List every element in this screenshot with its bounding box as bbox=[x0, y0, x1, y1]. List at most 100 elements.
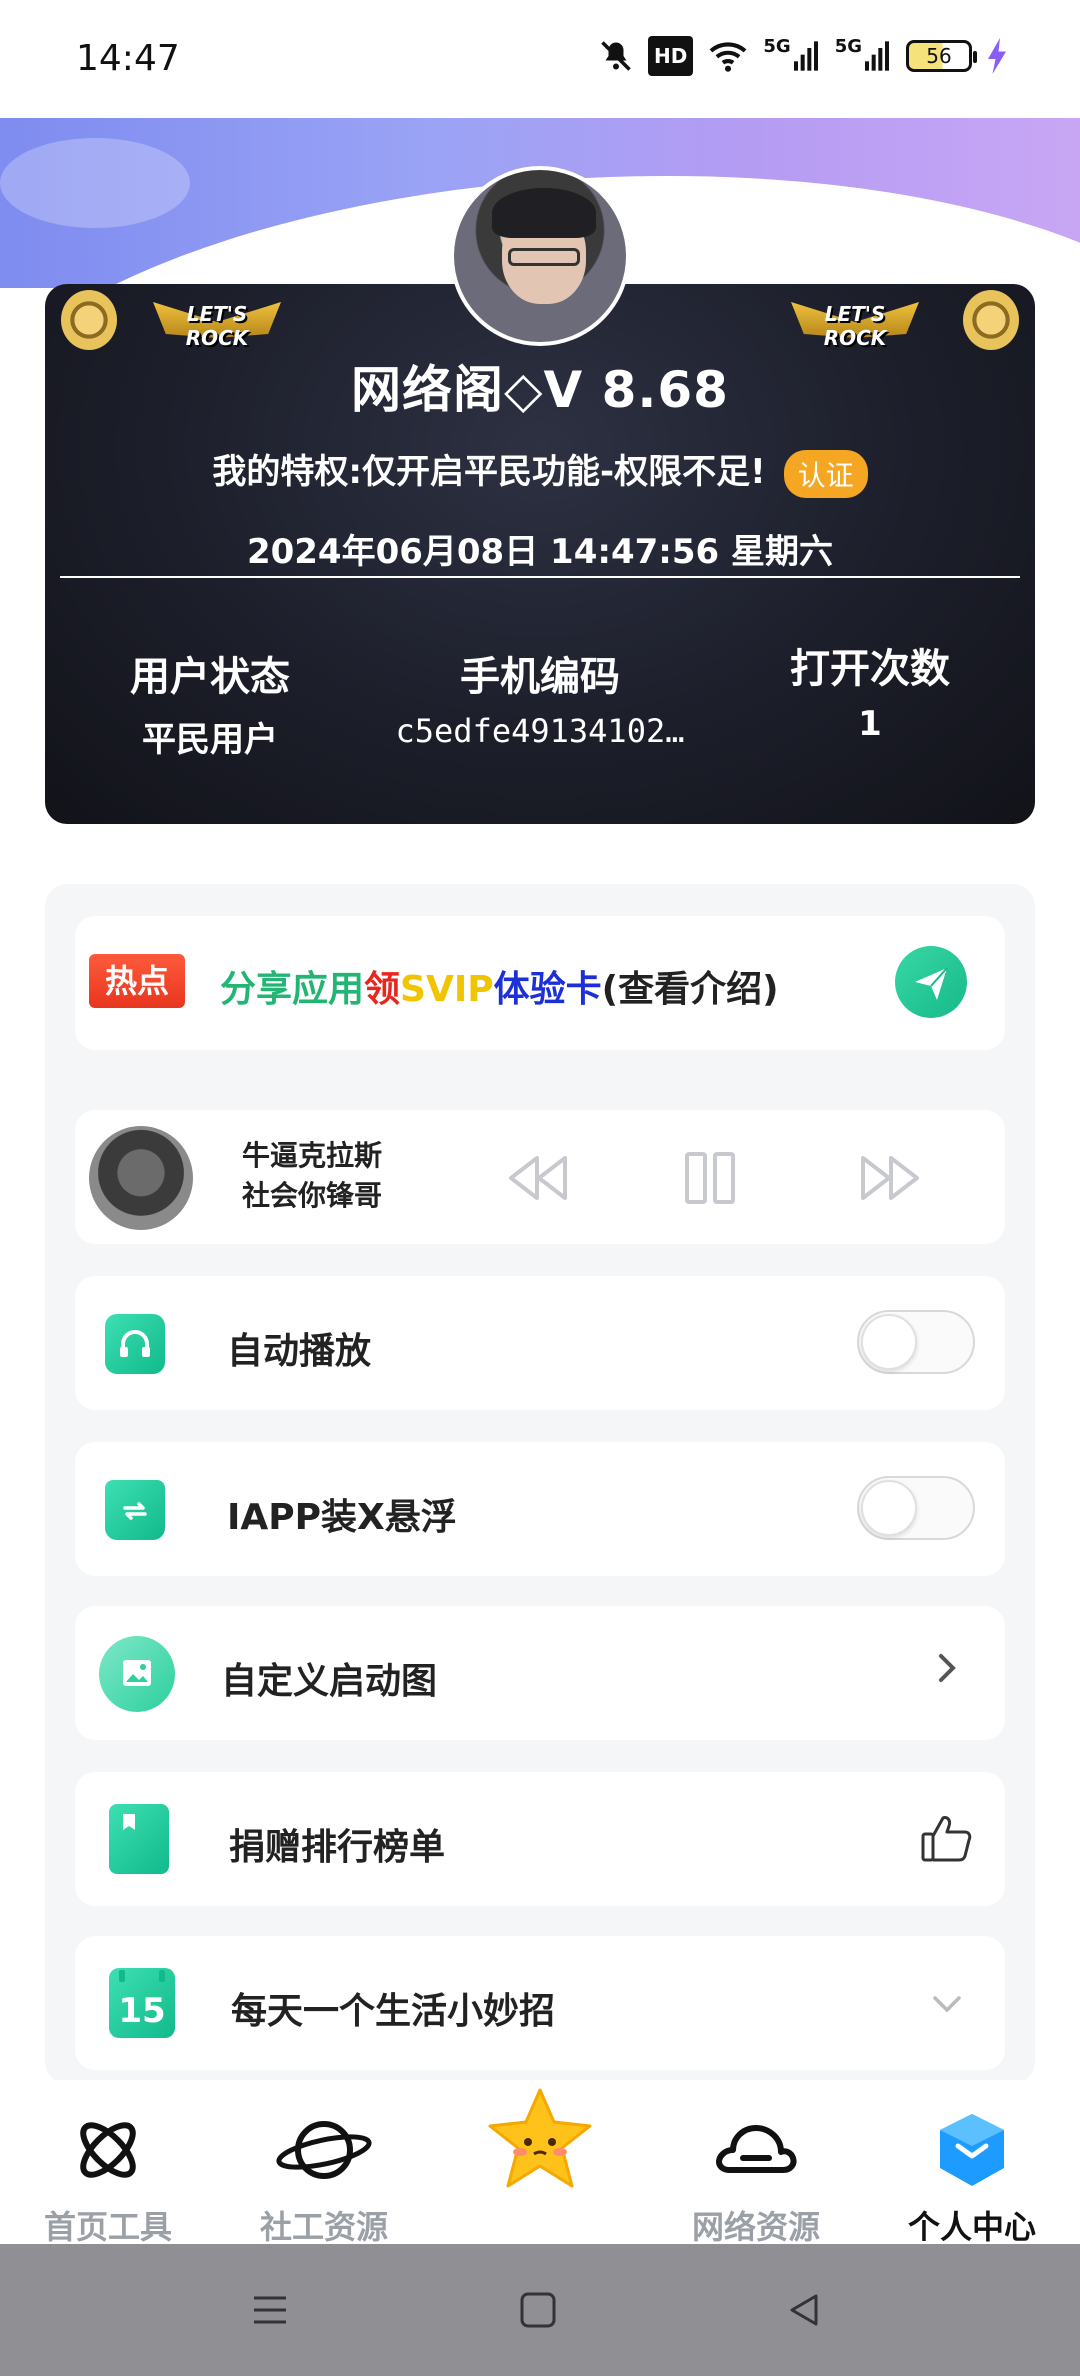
nav-label: 个人中心 bbox=[907, 2208, 1036, 2246]
signal-5g-icon: 5G bbox=[835, 36, 892, 76]
image-icon bbox=[99, 1636, 175, 1712]
fast-forward-icon bbox=[861, 1156, 919, 1200]
system-navigation-bar bbox=[0, 2244, 1080, 2376]
share-text-part: 体验卡 bbox=[493, 969, 602, 1010]
user-info-card: LET'S ROCK LET'S ROCK 网络阁◇V 8.68 我的特权:仅开… bbox=[45, 284, 1035, 824]
music-info: 牛逼克拉斯 社会你锋哥 bbox=[207, 1136, 417, 1216]
setting-row-iapp-float[interactable]: IAPP装X悬浮 bbox=[75, 1442, 1005, 1576]
pause-icon bbox=[685, 1152, 735, 1204]
home-button[interactable] bbox=[518, 2290, 558, 2330]
signal-5g-icon: 5G bbox=[763, 36, 820, 76]
privilege-text: 我的特权:仅开启平民功能-权限不足! bbox=[212, 452, 766, 492]
app-version-title: 网络阁◇V 8.68 bbox=[351, 361, 729, 419]
current-datetime: 2024年06月08日 14:47:56 星期六 bbox=[246, 532, 834, 572]
chevron-down-icon[interactable] bbox=[927, 1984, 967, 2030]
setting-label: 自动播放 bbox=[227, 1331, 372, 1372]
stat-value: 1 bbox=[858, 704, 882, 744]
pause-button[interactable] bbox=[681, 1146, 751, 1210]
iapp-float-toggle[interactable] bbox=[857, 1476, 975, 1540]
rewind-button[interactable] bbox=[503, 1146, 573, 1210]
hd-icon: HD bbox=[648, 36, 694, 76]
setting-label: 每天一个生活小妙招 bbox=[231, 1991, 556, 2032]
menu-button[interactable] bbox=[250, 2290, 290, 2330]
share-text-part: (查看介绍) bbox=[601, 969, 779, 1010]
music-artist: 社会你锋哥 bbox=[241, 1179, 382, 1212]
stat-label: 手机编码 bbox=[460, 654, 620, 700]
setting-row-custom-splash[interactable]: 自定义启动图 bbox=[75, 1606, 1005, 1740]
rock-text-right: LET'S ROCK bbox=[823, 302, 887, 350]
stat-open-count: 打开次数 1 bbox=[705, 636, 1035, 744]
nav-personal-center[interactable]: 个人中心 bbox=[872, 2110, 1072, 2248]
charging-bolt-icon bbox=[986, 36, 1008, 76]
verify-badge[interactable]: 认证 bbox=[783, 449, 868, 498]
medal-left-icon bbox=[61, 290, 117, 350]
chevron-right-icon bbox=[931, 1648, 961, 1698]
folder-swap-icon bbox=[105, 1480, 165, 1540]
atom-icon bbox=[80, 2122, 136, 2178]
bookmark-icon bbox=[109, 1804, 169, 1874]
card-divider bbox=[60, 576, 1020, 578]
stat-label: 打开次数 bbox=[790, 646, 950, 692]
bell-muted-icon bbox=[598, 36, 634, 76]
status-time: 14:47 bbox=[76, 38, 180, 79]
header-bubble bbox=[0, 138, 190, 228]
nav-label: 首页工具 bbox=[43, 2208, 172, 2246]
status-icons: HD 5G 5G 56 bbox=[598, 36, 1008, 76]
nav-home-tools[interactable]: 首页工具 bbox=[8, 2110, 208, 2248]
send-share-button[interactable] bbox=[895, 946, 967, 1018]
setting-label: IAPP装X悬浮 bbox=[227, 1497, 457, 1538]
cloud-icon bbox=[716, 2125, 797, 2173]
fast-forward-button[interactable] bbox=[855, 1146, 925, 1210]
home-square-icon bbox=[520, 2292, 556, 2328]
toggle-knob bbox=[861, 1314, 917, 1370]
nav-center-mascot[interactable] bbox=[440, 2082, 640, 2214]
paper-plane-icon bbox=[915, 967, 948, 1000]
auto-play-toggle[interactable] bbox=[857, 1310, 975, 1374]
stat-label: 用户状态 bbox=[130, 654, 290, 700]
hot-tag: 热点 bbox=[89, 954, 185, 1008]
share-promo-text: 分享应用领SVIP体验卡(查看介绍) bbox=[220, 960, 779, 1012]
music-player-row: 牛逼克拉斯 社会你锋哥 bbox=[75, 1110, 1005, 1244]
calendar-day: 15 bbox=[118, 1991, 165, 2031]
stat-user-status: 用户状态 平民用户 bbox=[45, 644, 375, 761]
music-cover-image[interactable] bbox=[89, 1126, 193, 1230]
settings-panel: 热点 分享应用领SVIP体验卡(查看介绍) 牛逼克拉斯 社会你锋哥 自动播放 I… bbox=[45, 884, 1035, 2084]
network-label-2: 5G bbox=[834, 36, 862, 57]
medal-right-icon bbox=[963, 290, 1019, 350]
wifi-icon bbox=[707, 36, 749, 76]
back-triangle-icon bbox=[790, 2294, 818, 2326]
share-text-part: 分享应用 bbox=[220, 969, 365, 1010]
share-text-part: SVIP bbox=[400, 969, 494, 1010]
setting-label: 自定义启动图 bbox=[221, 1661, 438, 1702]
rewind-icon bbox=[509, 1156, 567, 1200]
stat-value: c5edfe49134102… bbox=[395, 712, 685, 750]
share-promo-row[interactable]: 热点 分享应用领SVIP体验卡(查看介绍) bbox=[75, 916, 1005, 1050]
thumbs-up-icon[interactable] bbox=[919, 1812, 975, 1874]
user-avatar[interactable] bbox=[450, 166, 630, 346]
nav-social-resources[interactable]: 社工资源 bbox=[224, 2110, 424, 2248]
toggle-knob bbox=[861, 1480, 917, 1536]
setting-row-donation-ranking[interactable]: 捐赠排行榜单 bbox=[75, 1772, 1005, 1906]
setting-row-life-tips[interactable]: 15 每天一个生活小妙招 bbox=[75, 1936, 1005, 2070]
nav-network-resources[interactable]: 网络资源 bbox=[656, 2110, 856, 2248]
battery-icon: 56 bbox=[906, 40, 977, 72]
network-label-1: 5G bbox=[763, 36, 791, 57]
status-bar: 14:47 HD 5G 5G 56 bbox=[0, 0, 1080, 118]
headphones-icon bbox=[105, 1314, 165, 1374]
bottom-navigation: 首页工具 社工资源 网络资源 个人中心 bbox=[0, 2080, 1080, 2246]
music-song-title: 牛逼克拉斯 bbox=[241, 1139, 382, 1172]
setting-label: 捐赠排行榜单 bbox=[229, 1827, 446, 1868]
profile-cube-icon bbox=[940, 2114, 1004, 2186]
nav-label: 社工资源 bbox=[259, 2208, 388, 2246]
stat-value: 平民用户 bbox=[142, 720, 278, 760]
planet-icon bbox=[276, 2121, 372, 2179]
stat-device-code: 手机编码 c5edfe49134102… bbox=[375, 644, 705, 750]
privilege-line: 我的特权:仅开启平民功能-权限不足! 认证 bbox=[45, 444, 1035, 498]
nav-label: 网络资源 bbox=[691, 2208, 820, 2246]
avatar-glasses bbox=[508, 248, 580, 266]
rock-text-left: LET'S ROCK bbox=[185, 302, 249, 350]
back-button[interactable] bbox=[784, 2290, 824, 2330]
share-text-part: 领 bbox=[364, 969, 401, 1010]
setting-row-auto-play[interactable]: 自动播放 bbox=[75, 1276, 1005, 1410]
menu-icon bbox=[254, 2296, 286, 2324]
